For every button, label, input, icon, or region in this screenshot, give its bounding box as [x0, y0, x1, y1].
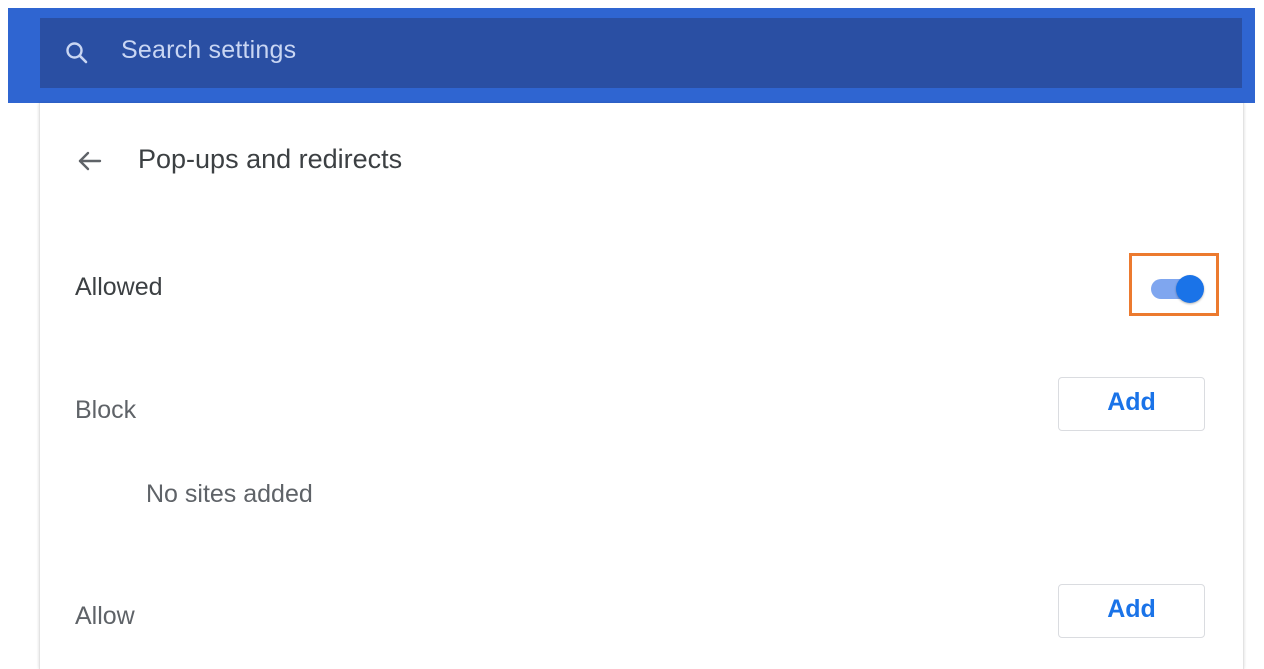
page-title: Pop-ups and redirects: [138, 144, 403, 174]
settings-window: Search settings Pop-ups and redirects Al…: [0, 0, 1264, 669]
allow-section-title: Allow: [75, 602, 135, 630]
search-input[interactable]: Search settings: [121, 36, 296, 65]
block-section-title: Block: [75, 396, 137, 424]
block-add-button[interactable]: Add: [1058, 377, 1205, 431]
search-icon[interactable]: [64, 40, 90, 66]
allow-add-button[interactable]: Add: [1058, 584, 1205, 638]
allowed-label: Allowed: [75, 273, 163, 301]
arrow-back-icon[interactable]: [76, 147, 104, 175]
toggle-knob[interactable]: [1176, 275, 1204, 303]
block-empty-message: No sites added: [146, 480, 313, 508]
